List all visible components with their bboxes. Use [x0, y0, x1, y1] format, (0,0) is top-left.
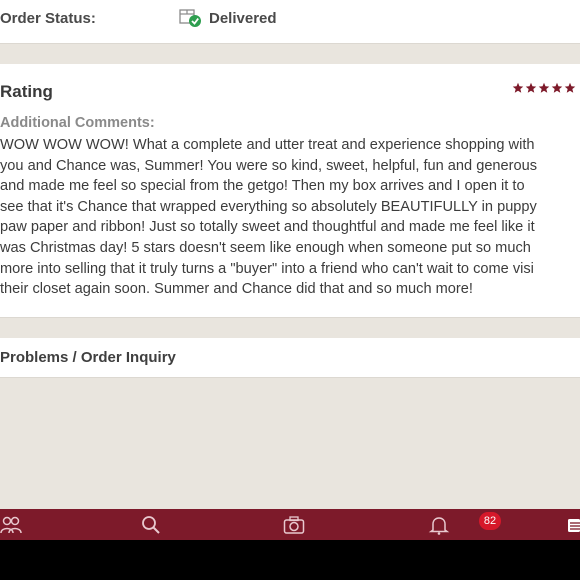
star-icon [525, 82, 537, 93]
comment-text: WOW WOW WOW! What a complete and utter t… [0, 135, 580, 300]
star-icon [512, 82, 524, 93]
comment-line: and made me feel so special from the get… [0, 178, 525, 195]
comment-line: you and Chance was, Summer! You were so … [0, 157, 538, 174]
comment-line: see that it's Chance that wrapped everyt… [0, 198, 537, 215]
comment-line: WOW WOW WOW! What a complete and utter t… [0, 137, 535, 153]
comment-line: paw paper and ribbon! Just so totally sw… [0, 219, 535, 236]
comment-line: was Christmas day! 5 stars doesn't seem … [0, 239, 531, 256]
order-status-row: Order Status: Delivered [0, 0, 580, 44]
star-rating [512, 82, 576, 94]
search-icon[interactable] [140, 515, 162, 535]
notification-count-badge: 82 [479, 512, 501, 530]
order-status-value: Delivered [209, 10, 277, 27]
order-status-label: Order Status: [0, 10, 96, 27]
star-icon [538, 82, 550, 93]
problems-order-inquiry-row[interactable]: Problems / Order Inquiry [0, 338, 580, 378]
rating-card: Rating Additional Comments: WOW WOW WOW!… [0, 64, 580, 318]
camera-icon[interactable] [283, 515, 305, 535]
additional-comments-heading: Additional Comments: [0, 115, 155, 131]
bell-icon[interactable] [428, 515, 450, 535]
star-icon [551, 82, 563, 93]
comment-line: more into selling that it truly turns a … [0, 260, 534, 277]
community-icon[interactable] [0, 515, 22, 535]
problems-order-inquiry-label: Problems / Order Inquiry [0, 349, 176, 366]
delivered-box-check-icon [179, 9, 201, 27]
rating-title: Rating [0, 82, 53, 101]
star-icon [564, 82, 576, 93]
bottom-tab-bar: 82 [0, 509, 580, 540]
device-bottom-bar [0, 540, 580, 580]
comment-line: their closet again soon. Summer and Chan… [0, 281, 473, 298]
menu-icon[interactable] [566, 515, 580, 535]
